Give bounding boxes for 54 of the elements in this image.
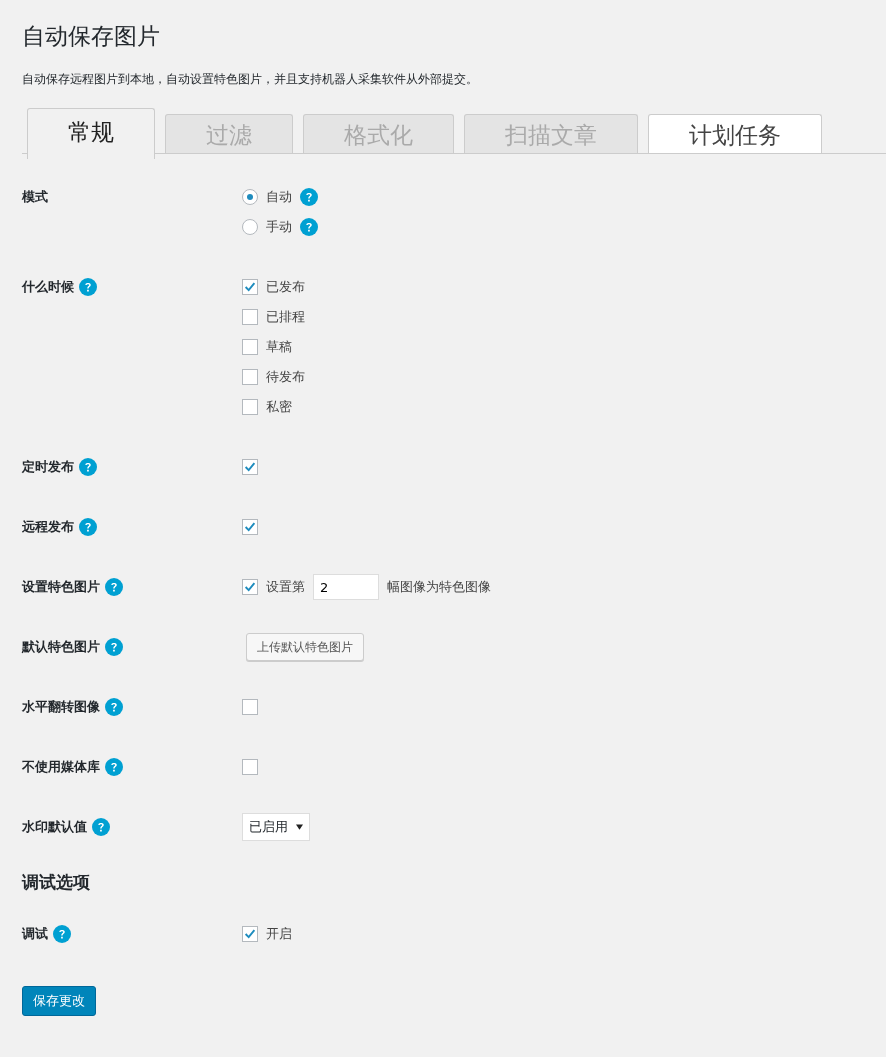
setting-label: 远程发布 — [22, 518, 74, 536]
setting-label: 默认特色图片 — [22, 638, 100, 656]
page-description: 自动保存远程图片到本地，自动设置特色图片，并且支持机器人采集软件从外部提交。 — [22, 71, 479, 88]
checkbox[interactable] — [242, 399, 258, 415]
option-label: 已发布 — [266, 278, 305, 296]
checkbox[interactable] — [242, 309, 258, 325]
option-label: 自动 — [266, 188, 292, 206]
option-label: 待发布 — [266, 368, 305, 386]
checkbox[interactable] — [242, 759, 258, 775]
option-label: 草稿 — [266, 338, 292, 356]
radio-button[interactable] — [242, 189, 258, 205]
help-icon[interactable] — [105, 578, 123, 596]
help-icon[interactable] — [105, 638, 123, 656]
option-label: 已排程 — [266, 308, 305, 326]
help-icon[interactable] — [105, 758, 123, 776]
help-icon[interactable] — [53, 925, 71, 943]
setting-label: 设置特色图片 — [22, 578, 100, 596]
help-icon[interactable] — [300, 218, 318, 236]
save-button[interactable]: 保存更改 — [22, 986, 96, 1016]
option-label: 设置第 — [266, 578, 305, 596]
option-label: 幅图像为特色图像 — [387, 578, 491, 596]
setting-label: 水平翻转图像 — [22, 698, 100, 716]
checkbox[interactable] — [242, 339, 258, 355]
page-title: 自动保存图片 — [22, 22, 161, 51]
setting-label: 定时发布 — [22, 458, 74, 476]
setting-label: 水印默认值 — [22, 818, 87, 836]
radio-button[interactable] — [242, 219, 258, 235]
checkbox[interactable] — [242, 279, 258, 295]
help-icon[interactable] — [92, 818, 110, 836]
tab[interactable]: 常规 — [27, 108, 155, 159]
select-dropdown[interactable]: 已启用 — [242, 813, 310, 841]
setting-label: 模式 — [22, 188, 48, 206]
number-field[interactable]: 2 — [313, 574, 379, 600]
setting-label: 调试 — [22, 925, 48, 943]
checkbox[interactable] — [242, 459, 258, 475]
help-icon[interactable] — [79, 518, 97, 536]
checkbox[interactable] — [242, 519, 258, 535]
checkbox[interactable] — [242, 699, 258, 715]
tab[interactable]: 计划任务 — [648, 114, 822, 153]
help-icon[interactable] — [105, 698, 123, 716]
setting-label: 不使用媒体库 — [22, 758, 100, 776]
checkbox[interactable] — [242, 579, 258, 595]
checkbox[interactable] — [242, 369, 258, 385]
option-label: 开启 — [266, 925, 292, 943]
help-icon[interactable] — [79, 458, 97, 476]
option-label: 私密 — [266, 398, 292, 416]
setting-label: 什么时候 — [22, 278, 74, 296]
help-icon[interactable] — [79, 278, 97, 296]
checkbox[interactable] — [242, 926, 258, 942]
option-label: 手动 — [266, 218, 292, 236]
upload-button[interactable]: 上传默认特色图片 — [246, 633, 364, 661]
section-heading: 调试选项 — [22, 871, 91, 894]
help-icon[interactable] — [300, 188, 318, 206]
caret-icon — [296, 824, 303, 830]
